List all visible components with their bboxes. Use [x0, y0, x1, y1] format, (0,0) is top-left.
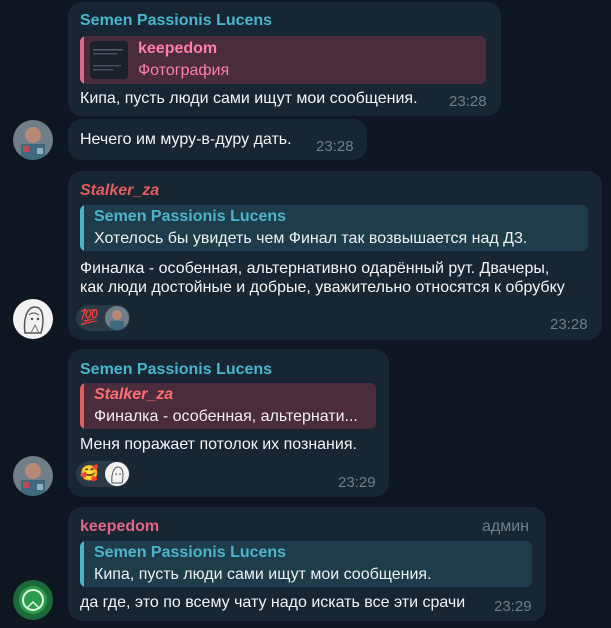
user-avatar-semen[interactable]	[13, 120, 53, 160]
reactor-avatar	[105, 462, 129, 486]
message-time: 23:28	[449, 93, 487, 110]
message-bubble[interactable]: Semen Passionis Lucens keepedom Фотограф…	[68, 2, 501, 116]
user-avatar-stalker[interactable]	[13, 299, 53, 339]
message-text: Кипа, пусть люди сами ищут мои сообщения…	[80, 90, 418, 107]
message-time: 23:29	[494, 598, 532, 615]
message-bubble[interactable]: Нечего им муру-в-дуру дать. 23:28	[68, 119, 367, 160]
reaction-chip[interactable]: 💯	[76, 305, 130, 331]
message-text: Меня поражает потолок их познания.	[80, 436, 357, 453]
reply-sender-name: Semen Passionis Lucens	[94, 544, 287, 561]
reply-accent-bar	[80, 205, 84, 251]
user-avatar-keepedom[interactable]	[13, 580, 53, 620]
message-bubble[interactable]: Semen Passionis Lucens Stalker_za Финалк…	[68, 349, 389, 497]
reactor-avatar	[105, 306, 129, 330]
sender-name[interactable]: Semen Passionis Lucens	[80, 12, 272, 30]
reply-preview[interactable]: Semen Passionis Lucens Кипа, пусть люди …	[80, 541, 532, 587]
reply-sender-name: Stalker_za	[94, 386, 174, 403]
message-text: Нечего им муру-в-дуру дать.	[80, 131, 292, 148]
reply-preview[interactable]: Semen Passionis Lucens Хотелось бы увиде…	[80, 205, 588, 251]
message-text: да где, это по всему чату надо искать вс…	[80, 594, 466, 611]
reaction-chip[interactable]: 🥰	[76, 461, 130, 487]
reply-text: Хотелось бы увидеть чем Финал так возвыш…	[94, 230, 528, 247]
message-bubble[interactable]: Stalker_za Semen Passionis Lucens Хотело…	[68, 171, 602, 340]
photo-thumbnail	[90, 41, 128, 79]
reply-text: Финалка - особенная, альтернати...	[94, 408, 358, 425]
sender-name[interactable]: keepedom	[80, 518, 159, 536]
message-text-line: как люди достойные и добрые, уважительно…	[80, 279, 565, 296]
sender-name[interactable]: Semen Passionis Lucens	[80, 361, 272, 379]
message-bubble[interactable]: keepedom админ Semen Passionis Lucens Ки…	[68, 507, 546, 621]
reply-preview[interactable]: keepedom Фотография	[80, 36, 486, 84]
user-avatar-semen[interactable]	[13, 456, 53, 496]
reply-media-label: Фотография	[138, 62, 230, 79]
message-time: 23:28	[316, 138, 354, 155]
reply-text: Кипа, пусть люди сами ищут мои сообщения…	[94, 566, 432, 583]
reply-accent-bar	[80, 541, 84, 587]
reply-preview[interactable]: Stalker_za Финалка - особенная, альтерна…	[80, 383, 376, 429]
reply-sender-name: keepedom	[138, 40, 218, 57]
sender-name[interactable]: Stalker_za	[80, 182, 159, 200]
hundred-points-emoji-icon: 💯	[80, 309, 99, 326]
reply-accent-bar	[80, 36, 84, 84]
admin-role-label: админ	[482, 518, 530, 535]
reply-sender-name: Semen Passionis Lucens	[94, 208, 287, 225]
message-time: 23:28	[550, 316, 588, 333]
smiling-face-with-hearts-emoji-icon: 🥰	[80, 465, 99, 482]
reply-accent-bar	[80, 383, 84, 429]
message-time: 23:29	[338, 474, 376, 491]
